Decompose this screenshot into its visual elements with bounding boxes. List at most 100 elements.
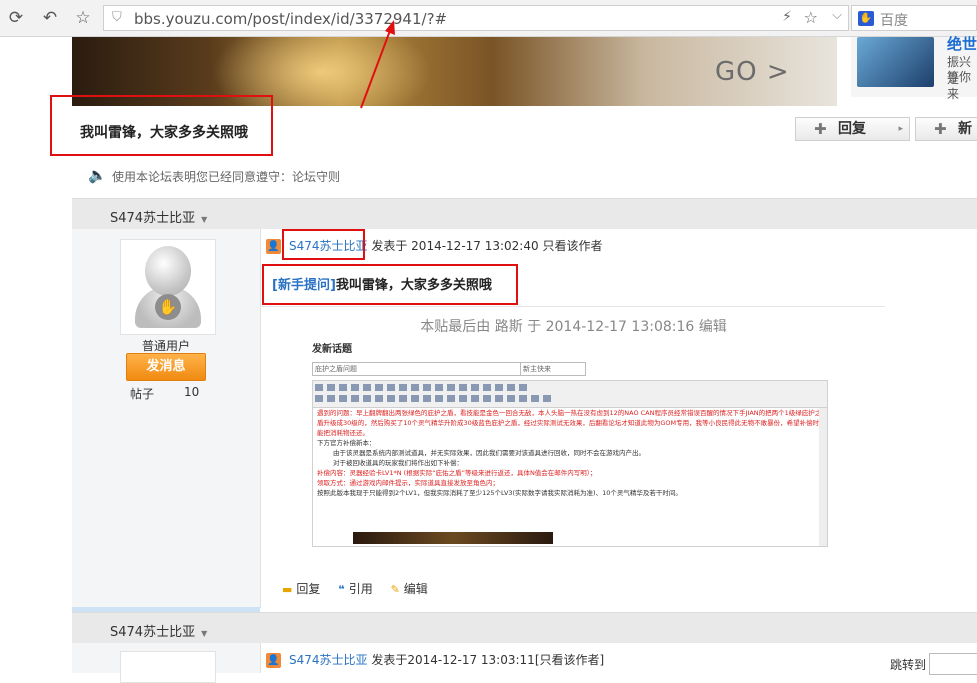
search-box[interactable]: ✋ 百度 xyxy=(851,5,977,31)
editor-toolbar-row1 xyxy=(313,381,827,391)
post-date: 发表于 2014-12-17 13:02:40 xyxy=(371,239,539,253)
toolbar-icon xyxy=(351,384,359,391)
search-placeholder[interactable]: 百度 xyxy=(880,10,908,30)
star-icon[interactable]: ☆ xyxy=(73,8,93,28)
reply-action[interactable]: ▬ 回复 xyxy=(282,582,320,596)
toolbar-icon xyxy=(435,395,443,402)
toolbar-icon xyxy=(363,384,371,391)
toolbar-icon xyxy=(375,395,383,402)
editor-line: 由于该灵器是系统内部测试道具，并无实际效果，因此我们需要对该道具进行回收，同时不… xyxy=(333,449,645,457)
jump-to-input[interactable] xyxy=(929,653,977,675)
toolbar-icon xyxy=(399,395,407,402)
editor-image-strip xyxy=(353,532,553,544)
pencil-icon: ✎ xyxy=(390,583,400,596)
caret-down-icon[interactable]: ▼ xyxy=(201,215,207,224)
back-icon[interactable]: ↶ xyxy=(40,8,60,28)
editor-subject-field: 庇护之盾问题 xyxy=(312,362,521,376)
author-name-text[interactable]: S474苏士比亚 xyxy=(110,625,195,640)
shield-icon: ⛉ xyxy=(112,10,122,25)
avatar[interactable] xyxy=(120,651,216,683)
toolbar-icon xyxy=(519,395,527,402)
reload-icon[interactable]: ⟳ xyxy=(6,8,26,28)
editor-line: 领取方式：通过游戏内邮件提示，实际道具直接发放至角色内； xyxy=(317,479,499,487)
toolbar-icon xyxy=(507,395,515,402)
quote-action[interactable]: ❝ 引用 xyxy=(338,582,372,596)
avatar-head xyxy=(145,246,191,296)
post-user-panel: ✋ 普通用户 发消息 帖子 10 xyxy=(72,229,261,608)
address-bar[interactable]: ⛉ bbs.youzu.com/post/index/id/3372941/?#… xyxy=(103,5,849,31)
toolbar-icon xyxy=(543,395,551,402)
toolbar-icon xyxy=(375,384,383,391)
side-ad-title[interactable]: 绝世 xyxy=(947,33,977,54)
post-author-name[interactable]: S474苏士比亚 ▼ xyxy=(110,621,207,640)
editor-line: 遇到的问题：早上翻牌翻出两张绿色的庇护之盾，看技能是金色一回合无敌，本人头脑一热… xyxy=(317,409,822,437)
toolbar-icon xyxy=(327,384,335,391)
toolbar-icon xyxy=(423,395,431,402)
editor-toolbar-row2 xyxy=(313,391,827,402)
embedded-editor-screenshot[interactable]: 发新话题 庇护之盾问题 新主快来 遇到的问题：早上翻牌翻出两张绿色的庇护之盾，看… xyxy=(310,340,828,550)
toolbar-icon xyxy=(471,395,479,402)
baidu-paw-icon: ✋ xyxy=(858,11,874,26)
toolbar-icon xyxy=(519,384,527,391)
editor-line: 补偿内容：灵器经验卡LV1*N (根据实际“庇佑之盾”等级来进行返还，具体N值会… xyxy=(317,469,597,477)
chevron-down-icon[interactable]: ⌵ xyxy=(832,8,842,23)
post-actions: ▬ 回复 ❝ 引用 ✎ 编辑 xyxy=(282,580,442,597)
toolbar-icon xyxy=(459,384,467,391)
toolbar-icon xyxy=(495,395,503,402)
user-group: 普通用户 xyxy=(141,339,190,353)
posts-count-label: 帖子 xyxy=(130,387,155,401)
bookmark-star-icon[interactable]: ☆ xyxy=(804,8,818,27)
edit-action[interactable]: ✎ 编辑 xyxy=(391,582,428,596)
plus-icon: ✚ xyxy=(814,120,827,138)
editor-heading: 发新话题 xyxy=(312,344,352,355)
edit-action-label[interactable]: 编辑 xyxy=(404,582,428,596)
posts-count-value[interactable]: 10 xyxy=(184,385,199,399)
post-author-name[interactable]: S474苏士比亚 ▼ xyxy=(110,207,207,226)
toolbar-icon xyxy=(387,395,395,402)
editor-line: 按照此版本我现于只能得到2个LV1，但我实际消耗了至少125个LV3(实际数字请… xyxy=(317,489,682,497)
post-author-link[interactable]: S474苏士比亚 xyxy=(289,653,368,667)
caret-down-icon[interactable]: ▼ xyxy=(201,629,207,638)
new-thread-button[interactable]: ✚ 新 xyxy=(915,117,977,141)
reply-action-label[interactable]: 回复 xyxy=(296,582,320,596)
forum-notice: 🔈 使用本论坛表明您已经同意遵守：论坛守则 xyxy=(72,154,977,198)
browser-toolbar: ⟳ ↶ ☆ ⛉ bbs.youzu.com/post/index/id/3372… xyxy=(0,0,977,37)
only-author-link[interactable]: 只看该作者 xyxy=(542,239,602,253)
post-author-bar: S474苏士比亚 ▼ xyxy=(72,198,977,229)
side-ad[interactable]: 绝世 振兴是 等你来 xyxy=(851,35,977,101)
post-user-panel xyxy=(72,643,261,683)
editor-toolbar xyxy=(312,380,828,408)
quote-action-label[interactable]: 引用 xyxy=(349,582,373,596)
divider xyxy=(262,306,885,307)
post-date: 发表于2014-12-17 13:03:11 xyxy=(371,653,535,667)
toolbar-icon xyxy=(399,384,407,391)
editor-line: 对于被回收道具的玩家我们将作出如下补偿： xyxy=(333,459,463,467)
post-meta: 👤 S474苏士比亚 发表于2014-12-17 13:03:11[只看该作者] xyxy=(266,651,604,668)
toolbar-icon xyxy=(447,384,455,391)
toolbar-icon xyxy=(363,395,371,402)
notice-text: 使用本论坛表明您已经同意遵守：论坛守则 xyxy=(112,170,341,184)
annotation-box-author xyxy=(282,229,365,260)
avatar[interactable]: ✋ xyxy=(120,239,216,335)
toolbar-icon xyxy=(483,395,491,402)
plus-icon: ✚ xyxy=(934,120,947,138)
banner-go-text[interactable]: GO > xyxy=(715,57,790,87)
author-name-text[interactable]: S474苏士比亚 xyxy=(110,211,195,226)
user-icon: 👤 xyxy=(266,239,281,254)
lightning-icon[interactable]: ⚡ xyxy=(782,9,792,25)
comment-icon: ▬ xyxy=(282,583,293,596)
toolbar-icon xyxy=(435,384,443,391)
toolbar-icon xyxy=(483,384,491,391)
reply-button-label: 回复 xyxy=(838,121,866,137)
speaker-icon: 🔈 xyxy=(88,166,107,184)
annotation-arrow xyxy=(360,20,395,109)
jump-to-label: 跳转到 xyxy=(890,658,927,672)
only-author-link[interactable]: [只看该作者] xyxy=(535,653,604,667)
send-message-button[interactable]: 发消息 xyxy=(126,353,206,381)
reply-button[interactable]: ✚ 回复 ▸ xyxy=(795,117,910,141)
editor-body: 遇到的问题：早上翻牌翻出两张绿色的庇护之盾，看技能是金色一回合无敌，本人头脑一热… xyxy=(312,408,828,547)
new-thread-button-label: 新 xyxy=(958,121,972,137)
side-ad-image[interactable] xyxy=(857,37,934,87)
editor-scrollbar xyxy=(819,408,827,546)
user-icon: 👤 xyxy=(266,653,281,668)
